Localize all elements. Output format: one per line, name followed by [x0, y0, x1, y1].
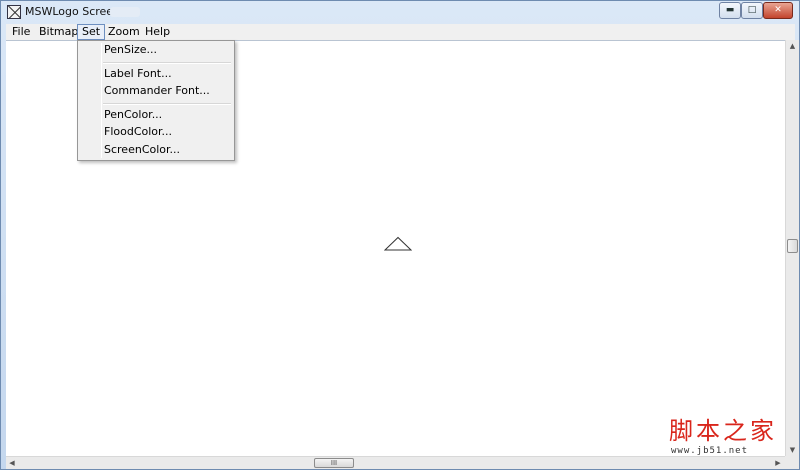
menu-bar: File Bitmap Set Zoom Help [6, 24, 795, 40]
title-smudge [110, 7, 140, 17]
maximize-button[interactable]: □ [741, 2, 763, 19]
scroll-up-icon[interactable]: ▲ [786, 40, 799, 52]
vertical-scrollbar[interactable]: ▲ ▼ [785, 40, 799, 456]
watermark-brand: 脚本之家 [669, 417, 777, 445]
set-dropdown-menu: PenSize... Label Font... Commander Font.… [77, 40, 235, 161]
menu-item-label-font[interactable]: Label Font... [104, 66, 230, 82]
horizontal-scrollbar[interactable]: ◀ III ▶ [6, 456, 785, 469]
menu-zoom[interactable]: Zoom [104, 24, 144, 40]
vertical-scroll-thumb[interactable] [787, 239, 798, 253]
watermark-url: www.jb51.net [671, 446, 749, 456]
close-button[interactable]: ✕ [763, 2, 793, 19]
turtle-icon [384, 236, 412, 251]
scroll-left-icon[interactable]: ◀ [6, 457, 18, 469]
scroll-right-icon[interactable]: ▶ [772, 457, 784, 469]
menu-item-pensize[interactable]: PenSize... [104, 42, 230, 58]
menu-help[interactable]: Help [141, 24, 174, 40]
scrollbar-corner [785, 456, 799, 469]
title-bar[interactable]: MSWLogo Screen ▬ □ ✕ [1, 1, 799, 23]
menu-set[interactable]: Set [77, 24, 106, 40]
menu-bitmap[interactable]: Bitmap [35, 24, 82, 40]
menu-gutter [101, 43, 102, 158]
menu-item-pencolor[interactable]: PenColor... [104, 107, 230, 123]
menu-item-floodcolor[interactable]: FloodColor... [104, 124, 230, 140]
app-window: MSWLogo Screen ▬ □ ✕ File Bitmap Set Zoo… [0, 0, 800, 470]
watermark: 脚本之家 www.jb51.net [661, 417, 785, 457]
window-title: MSWLogo Screen [25, 5, 121, 18]
menu-separator [103, 62, 231, 64]
menu-separator [103, 103, 231, 105]
menu-item-screencolor[interactable]: ScreenColor... [104, 142, 230, 158]
menu-file[interactable]: File [8, 24, 34, 40]
minimize-button[interactable]: ▬ [719, 2, 741, 19]
app-icon[interactable] [7, 5, 21, 19]
horizontal-scroll-thumb[interactable]: III [314, 458, 354, 468]
menu-item-commander-font[interactable]: Commander Font... [104, 83, 230, 99]
scroll-down-icon[interactable]: ▼ [786, 444, 799, 456]
